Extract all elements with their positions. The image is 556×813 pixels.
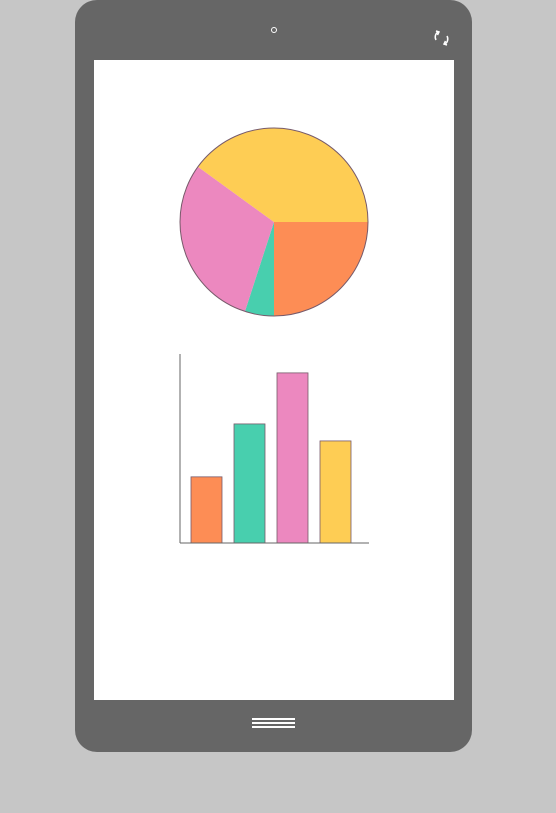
pie-chart <box>179 127 369 317</box>
rotate-icon[interactable] <box>432 28 452 48</box>
phone-frame <box>75 0 472 752</box>
camera-icon <box>271 27 277 33</box>
home-menu-icon[interactable] <box>252 716 296 730</box>
pie-slice-1 <box>274 222 368 316</box>
bar-1 <box>190 476 223 544</box>
bar-2 <box>233 423 266 544</box>
bar-chart <box>179 354 369 544</box>
phone-screen <box>94 60 454 700</box>
bar-4 <box>319 440 352 544</box>
bar-3 <box>276 372 309 544</box>
charts-canvas <box>179 127 369 544</box>
